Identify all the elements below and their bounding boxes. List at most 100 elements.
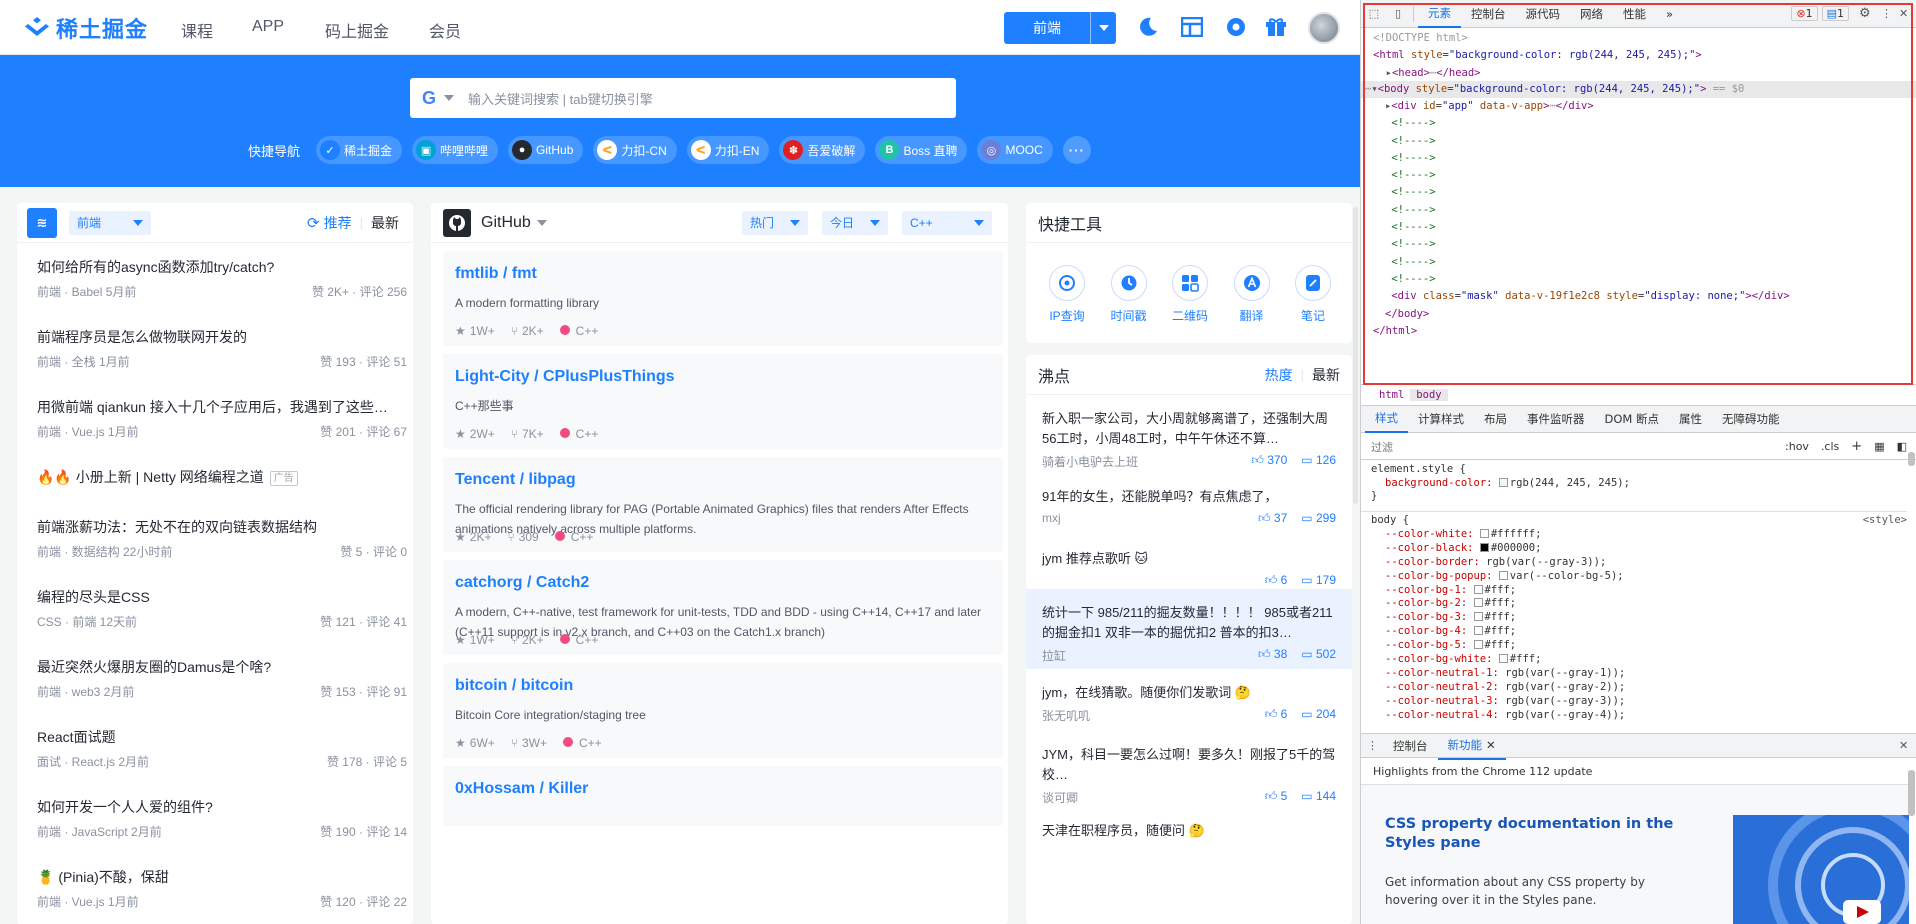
filter-hot-select[interactable]: 热门 [742,210,808,235]
pin-text[interactable]: jym，在线猜歌。随便你们发歌词 🤔 [1042,683,1336,703]
drawer-tab-whats-new[interactable]: 新功能 ✕ [1437,732,1506,760]
css-variable[interactable]: --color-neutral-1: rgb(var(--gray-1)); [1371,667,1907,681]
article-item[interactable]: 用微前端 qiankun 接入十几个子应用后，我遇到了这些… 前端 · Vue.j… [17,383,413,453]
filter-today-select[interactable]: 今日 [822,210,888,235]
site-logo[interactable]: 稀土掘金 [24,12,148,44]
pin-item[interactable]: 新入职一家公司，大小周就够离谱了，还强制大周56工时，小周48工时，中午午休还不… [1026,395,1352,473]
css-variable[interactable]: --color-white: #ffffff; [1371,528,1907,542]
quick-link-juejin[interactable]: ✓ 稀土掘金 [316,136,403,164]
quick-link-github[interactable]: ● GitHub [508,136,584,164]
article-item[interactable]: 前端涨薪功法：无处不在的双向链表数据结构 前端 · 数据结构 22小时前 赞 5 ·… [17,503,413,573]
settings-icon[interactable] [1224,15,1248,39]
tab-styles[interactable]: 样式 [1365,405,1408,433]
scrollbar[interactable] [1908,452,1915,466]
scrollbar[interactable] [1908,770,1915,816]
google-icon[interactable]: G [422,88,436,109]
moon-icon[interactable] [1136,15,1160,39]
tab-event-listeners[interactable]: 事件监听器 [1517,405,1595,433]
refresh-icon[interactable]: ⟳ [307,214,320,232]
hov-toggle[interactable]: :hov [1785,440,1809,453]
like-button[interactable]: 👍︎ 5 [1265,789,1288,806]
css-variable[interactable]: --color-neutral-4: rgb(var(--gray-4)); [1371,709,1907,723]
repo-item[interactable]: 0xHossam / Killer [443,766,1003,826]
category-button[interactable]: 前端 [1004,12,1116,44]
quick-link-boss[interactable]: B Boss 直聘 [875,136,968,164]
breadcrumb-body[interactable]: body [1410,388,1448,401]
article-title[interactable]: 前端涨薪功法：无处不在的双向链表数据结构 [37,517,397,537]
color-swatch[interactable] [1473,626,1483,636]
cls-toggle[interactable]: .cls [1821,440,1839,453]
css-variable[interactable]: --color-bg-4: #fff; [1371,625,1907,639]
drawer-tab-console[interactable]: 控制台 [1383,732,1438,760]
repo-item[interactable]: Light-City / CPlusPlusThings C++那些事 ★ 2W+ … [443,354,1003,449]
article-title[interactable]: 🍍 (Pinia)不酸，保甜 [37,867,397,887]
element-style-rule[interactable]: element.style { background-color: rgb(24… [1371,463,1630,504]
pin-text[interactable]: jym 推荐点歌听 🐱 [1042,549,1336,569]
like-button[interactable]: 👍︎ 6 [1265,707,1288,724]
repo-name[interactable]: 0xHossam / Killer [455,780,991,798]
tab-dom-breakpoints[interactable]: DOM 断点 [1595,405,1669,433]
like-button[interactable]: 👍︎ 6 [1265,573,1288,588]
color-swatch[interactable] [1498,654,1508,664]
close-drawer-icon[interactable]: ✕ [1899,739,1916,752]
pin-text[interactable]: JYM，科目一要怎么过啊！要多久！刚报了5千的驾校… [1042,745,1336,785]
css-variable[interactable]: --color-bg-2: #fff; [1371,597,1907,611]
quick-link-bilibili[interactable]: ▣ 哔哩哔哩 [412,136,499,164]
quick-link-leetcode-cn[interactable]: ᐸ 力扣-CN [593,136,677,164]
nav-app[interactable]: APP [252,18,284,36]
tool-qrcode[interactable]: 二维码 [1169,265,1211,324]
pin-item[interactable]: jym，在线猜歌。随便你们发歌词 🤔 张无叽叽 👍︎ 6 ▭ 204 [1026,669,1352,731]
nav-courses[interactable]: 课程 [181,18,213,42]
color-swatch[interactable] [1473,640,1483,650]
article-item[interactable]: 如何给所有的async函数添加try/catch? 前端 · Babel 5月前 赞… [17,243,413,313]
repo-name[interactable]: catchorg / Catch2 [455,574,991,592]
search-input[interactable]: 输入关键词搜索 | tab键切换引擎 [468,89,653,108]
repo-item[interactable]: bitcoin / bitcoin Bitcoin Core integratio… [443,663,1003,758]
pin-author[interactable]: 谈可卿 [1042,789,1078,806]
repo-name[interactable]: fmtlib / fmt [455,265,991,283]
tool-translate[interactable]: 翻译 [1231,265,1273,324]
css-variable[interactable]: --color-bg-white: #fff; [1371,653,1907,667]
nav-vip[interactable]: 会员 [429,18,461,42]
comment-button[interactable]: ▭ 179 [1301,573,1336,588]
tool-note[interactable]: 笔记 [1292,265,1334,324]
article-item[interactable]: React面试题 面试 · React.js 2月前 赞 178 · 评论 5 [17,713,413,783]
article-item[interactable]: 如何开发一个人人爱的组件? 前端 · JavaScript 2月前 赞 190 · … [17,783,413,853]
like-button[interactable]: 👍︎ 37 [1258,511,1287,526]
comment-button[interactable]: ▭ 144 [1301,789,1336,806]
tab-hot[interactable]: 热度 [1265,365,1293,385]
article-title[interactable]: React面试题 [37,727,397,747]
pin-author[interactable]: 拉缸 [1042,647,1066,664]
category-select[interactable]: 前端 [69,210,151,235]
repo-name[interactable]: Tencent / libpag [455,471,991,489]
add-rule-icon[interactable]: + [1851,439,1862,454]
pin-text[interactable]: 天津在职程序员，随便问 🤔 [1042,821,1336,841]
color-swatch[interactable] [1498,477,1508,487]
pin-item[interactable]: 统计一下 985/211的掘友数量！！！！ 985或者211的掘金扣1 双非一本… [1026,589,1352,669]
css-variable[interactable]: --color-neutral-2: rgb(var(--gray-2)); [1371,681,1907,695]
scrollbar[interactable] [1353,207,1358,504]
css-variable[interactable]: --color-border: rgb(var(--gray-3)); [1371,556,1907,570]
more-icon[interactable]: ··· [1062,136,1091,164]
quick-link-leetcode-en[interactable]: ᐸ 力扣-EN [686,136,770,164]
css-variable[interactable]: --color-bg-3: #fff; [1371,611,1907,625]
tool-ip[interactable]: IP查询 [1046,265,1088,324]
tool-timestamp[interactable]: 时间戳 [1108,265,1150,324]
css-variable[interactable]: --color-neutral-3: rgb(var(--gray-3)); [1371,695,1907,709]
css-variable[interactable]: --color-bg-1: #fff; [1371,584,1907,598]
repo-item[interactable]: fmtlib / fmt A modern formatting library … [443,251,1003,346]
comment-button[interactable]: ▭ 299 [1301,511,1336,526]
color-swatch[interactable] [1479,528,1489,538]
styles-filter-input[interactable]: 过滤 [1371,439,1785,455]
article-title[interactable]: 如何开发一个人人爱的组件? [37,797,397,817]
close-icon[interactable]: ✕ [1486,738,1496,752]
color-swatch[interactable] [1473,612,1483,622]
comment-button[interactable]: ▭ 502 [1301,647,1336,664]
article-item[interactable]: 🍍 (Pinia)不酸，保甜 前端 · Vue.js 1月前 赞 120 · 评论 … [17,853,413,923]
like-button[interactable]: 👍︎ 370 [1251,453,1287,470]
color-swatch[interactable] [1479,542,1489,552]
css-variable[interactable]: --color-bg-5: #fff; [1371,639,1907,653]
rule-source-link[interactable]: <style> [1863,514,1907,528]
tab-latest[interactable]: 最新 [1312,365,1340,385]
paint-icon[interactable]: ▦ [1874,440,1884,453]
